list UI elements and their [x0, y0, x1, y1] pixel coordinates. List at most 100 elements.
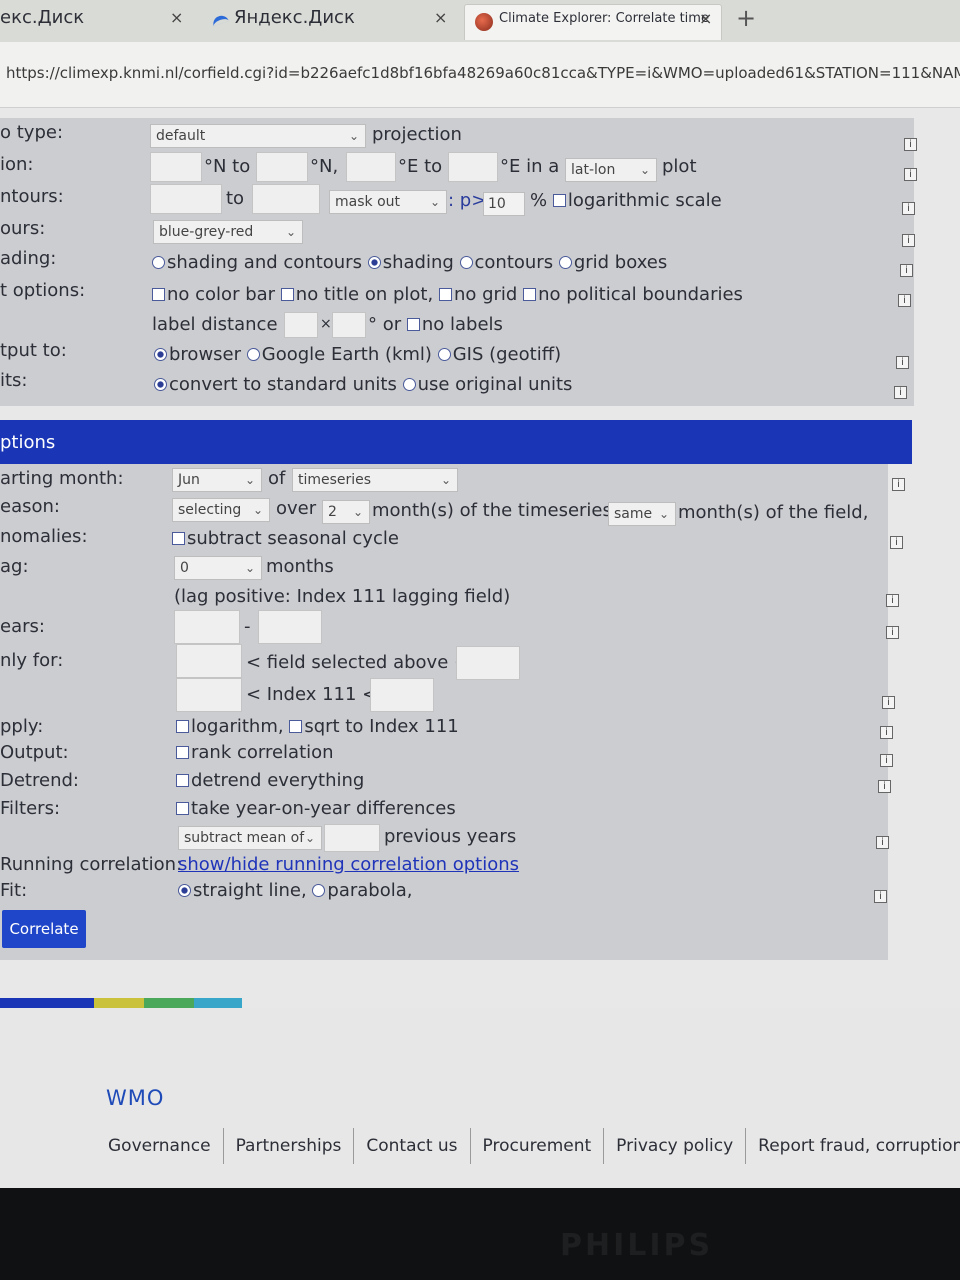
info-icon[interactable]: i	[894, 386, 907, 399]
plot-type-value: default	[156, 128, 206, 144]
month-of-select[interactable]: timeseries ⌄	[292, 468, 458, 492]
info-icon[interactable]: i	[896, 356, 909, 369]
logarithm-checkbox[interactable]	[176, 720, 189, 733]
info-icon[interactable]: i	[876, 836, 889, 849]
info-icon[interactable]: i	[880, 754, 893, 767]
wmo-logo-text[interactable]: WMO	[106, 1086, 164, 1110]
info-icon[interactable]: i	[898, 294, 911, 307]
radio-contours[interactable]	[459, 256, 473, 269]
field-max-input[interactable]	[456, 646, 520, 680]
label-distance-x-input[interactable]	[284, 312, 318, 338]
season-select[interactable]: selecting ⌄	[172, 498, 270, 522]
e-in-a-text: °E in a	[500, 156, 560, 177]
footer-link-report-fraud[interactable]: Report fraud, corruption or	[746, 1128, 960, 1164]
filter-select[interactable]: subtract mean of ⌄	[178, 826, 322, 850]
close-icon[interactable]: ×	[434, 4, 447, 32]
tab-yandex-disk-partial[interactable]: екс.Диск ×	[0, 4, 200, 40]
info-icon[interactable]: i	[904, 168, 917, 181]
info-icon[interactable]: i	[874, 890, 887, 903]
correlate-button[interactable]: Correlate	[2, 910, 86, 948]
radio-original-units[interactable]	[402, 378, 416, 391]
info-icon[interactable]: i	[890, 536, 903, 549]
map-type-select[interactable]: lat-lon ⌄	[565, 158, 657, 182]
field-min-input[interactable]	[176, 644, 242, 678]
radio-shading[interactable]	[367, 256, 381, 269]
running-correlation-link[interactable]: show/hide running correlation options	[178, 854, 519, 875]
monitor-bezel	[0, 1188, 960, 1280]
radio-label: shading and contours	[167, 252, 362, 273]
lat-south-input[interactable]	[150, 152, 202, 182]
rank-option: rank correlation	[176, 742, 334, 763]
radio-shading-contours[interactable]	[152, 256, 165, 269]
radio-label: GIS (geotiff)	[452, 344, 562, 365]
no-grid-checkbox[interactable]	[438, 288, 452, 301]
radio-google-earth[interactable]	[246, 348, 260, 361]
info-icon[interactable]: i	[878, 780, 891, 793]
close-icon[interactable]: ×	[170, 4, 183, 32]
no-labels-checkbox[interactable]	[406, 318, 420, 331]
label-years: ears:	[0, 616, 45, 637]
sqrt-checkbox[interactable]	[289, 720, 303, 733]
address-bar[interactable]: https://climexp.knmi.nl/corfield.cgi?id=…	[0, 42, 960, 108]
no-boundaries-checkbox[interactable]	[523, 288, 537, 301]
dash-text: -	[244, 616, 251, 637]
starting-month-select[interactable]: Jun ⌄	[172, 468, 262, 492]
radio-browser[interactable]	[154, 348, 167, 361]
radio-grid-boxes[interactable]	[558, 256, 572, 269]
yoy-checkbox[interactable]	[176, 802, 189, 815]
info-icon[interactable]: i	[886, 594, 899, 607]
info-icon[interactable]: i	[882, 696, 895, 709]
index-min-input[interactable]	[176, 678, 242, 712]
months-of-timeseries-text: month(s) of the timeseries	[372, 500, 612, 521]
radio-geotiff[interactable]	[437, 348, 451, 361]
footer-link-contact[interactable]: Contact us	[354, 1128, 471, 1164]
tab-climate-explorer[interactable]: Climate Explorer: Correlate time ×	[464, 4, 722, 40]
radio-straight-line[interactable]	[178, 884, 191, 897]
footer-link-partnerships[interactable]: Partnerships	[224, 1128, 355, 1164]
year-begin-input[interactable]	[174, 610, 240, 644]
lat-north-input[interactable]	[256, 152, 308, 182]
subtract-seasonal-checkbox[interactable]	[172, 532, 185, 545]
footer-link-procurement[interactable]: Procurement	[471, 1128, 605, 1164]
radio-standard-units[interactable]	[154, 378, 167, 391]
new-tab-button[interactable]: +	[736, 4, 756, 32]
log-scale-checkbox[interactable]	[552, 194, 566, 207]
plot-type-select[interactable]: default ⌄	[150, 124, 366, 148]
lag-select[interactable]: 0 ⌄	[174, 556, 262, 580]
colours-select[interactable]: blue-grey-red ⌄	[153, 220, 303, 244]
label-only-for: nly for:	[0, 650, 64, 671]
over-select[interactable]: 2 ⌄	[322, 500, 370, 524]
previous-years-input[interactable]	[324, 824, 380, 852]
units-options: convert to standard units use original u…	[154, 374, 572, 395]
no-color-bar-checkbox[interactable]	[152, 288, 165, 301]
rank-correlation-checkbox[interactable]	[176, 746, 189, 759]
contour-min-input[interactable]	[150, 184, 222, 214]
info-icon[interactable]: i	[900, 264, 913, 277]
info-icon[interactable]: i	[902, 234, 915, 247]
year-end-input[interactable]	[258, 610, 322, 644]
no-title-checkbox[interactable]	[280, 288, 294, 301]
lon-east-input[interactable]	[448, 152, 498, 182]
label-distance-y-input[interactable]	[332, 312, 366, 338]
info-icon[interactable]: i	[892, 478, 905, 491]
close-icon[interactable]: ×	[699, 5, 712, 33]
field-months-select[interactable]: same ⌄	[608, 502, 676, 526]
deg-or-text: ° or no labels	[368, 314, 503, 335]
footer-link-privacy[interactable]: Privacy policy	[604, 1128, 747, 1164]
lon-west-input[interactable]	[346, 152, 396, 182]
url-text[interactable]: https://climexp.knmi.nl/corfield.cgi?id=…	[6, 64, 960, 82]
info-icon[interactable]: i	[880, 726, 893, 739]
info-icon[interactable]: i	[886, 626, 899, 639]
check-label: subtract seasonal cycle	[187, 528, 399, 549]
tab-yandex-disk[interactable]: Яндекс.Диск ×	[200, 4, 462, 40]
radio-parabola[interactable]	[312, 884, 326, 897]
info-icon[interactable]: i	[902, 202, 915, 215]
contour-max-input[interactable]	[252, 184, 320, 214]
mask-select[interactable]: mask out ⌄	[329, 190, 447, 214]
detrend-checkbox[interactable]	[176, 774, 189, 787]
p-value-input[interactable]: 10	[483, 192, 525, 216]
footer-link-governance[interactable]: Governance	[108, 1128, 224, 1164]
index-max-input[interactable]	[370, 678, 434, 712]
info-icon[interactable]: i	[904, 138, 917, 151]
label-detrend: Detrend:	[0, 770, 79, 791]
